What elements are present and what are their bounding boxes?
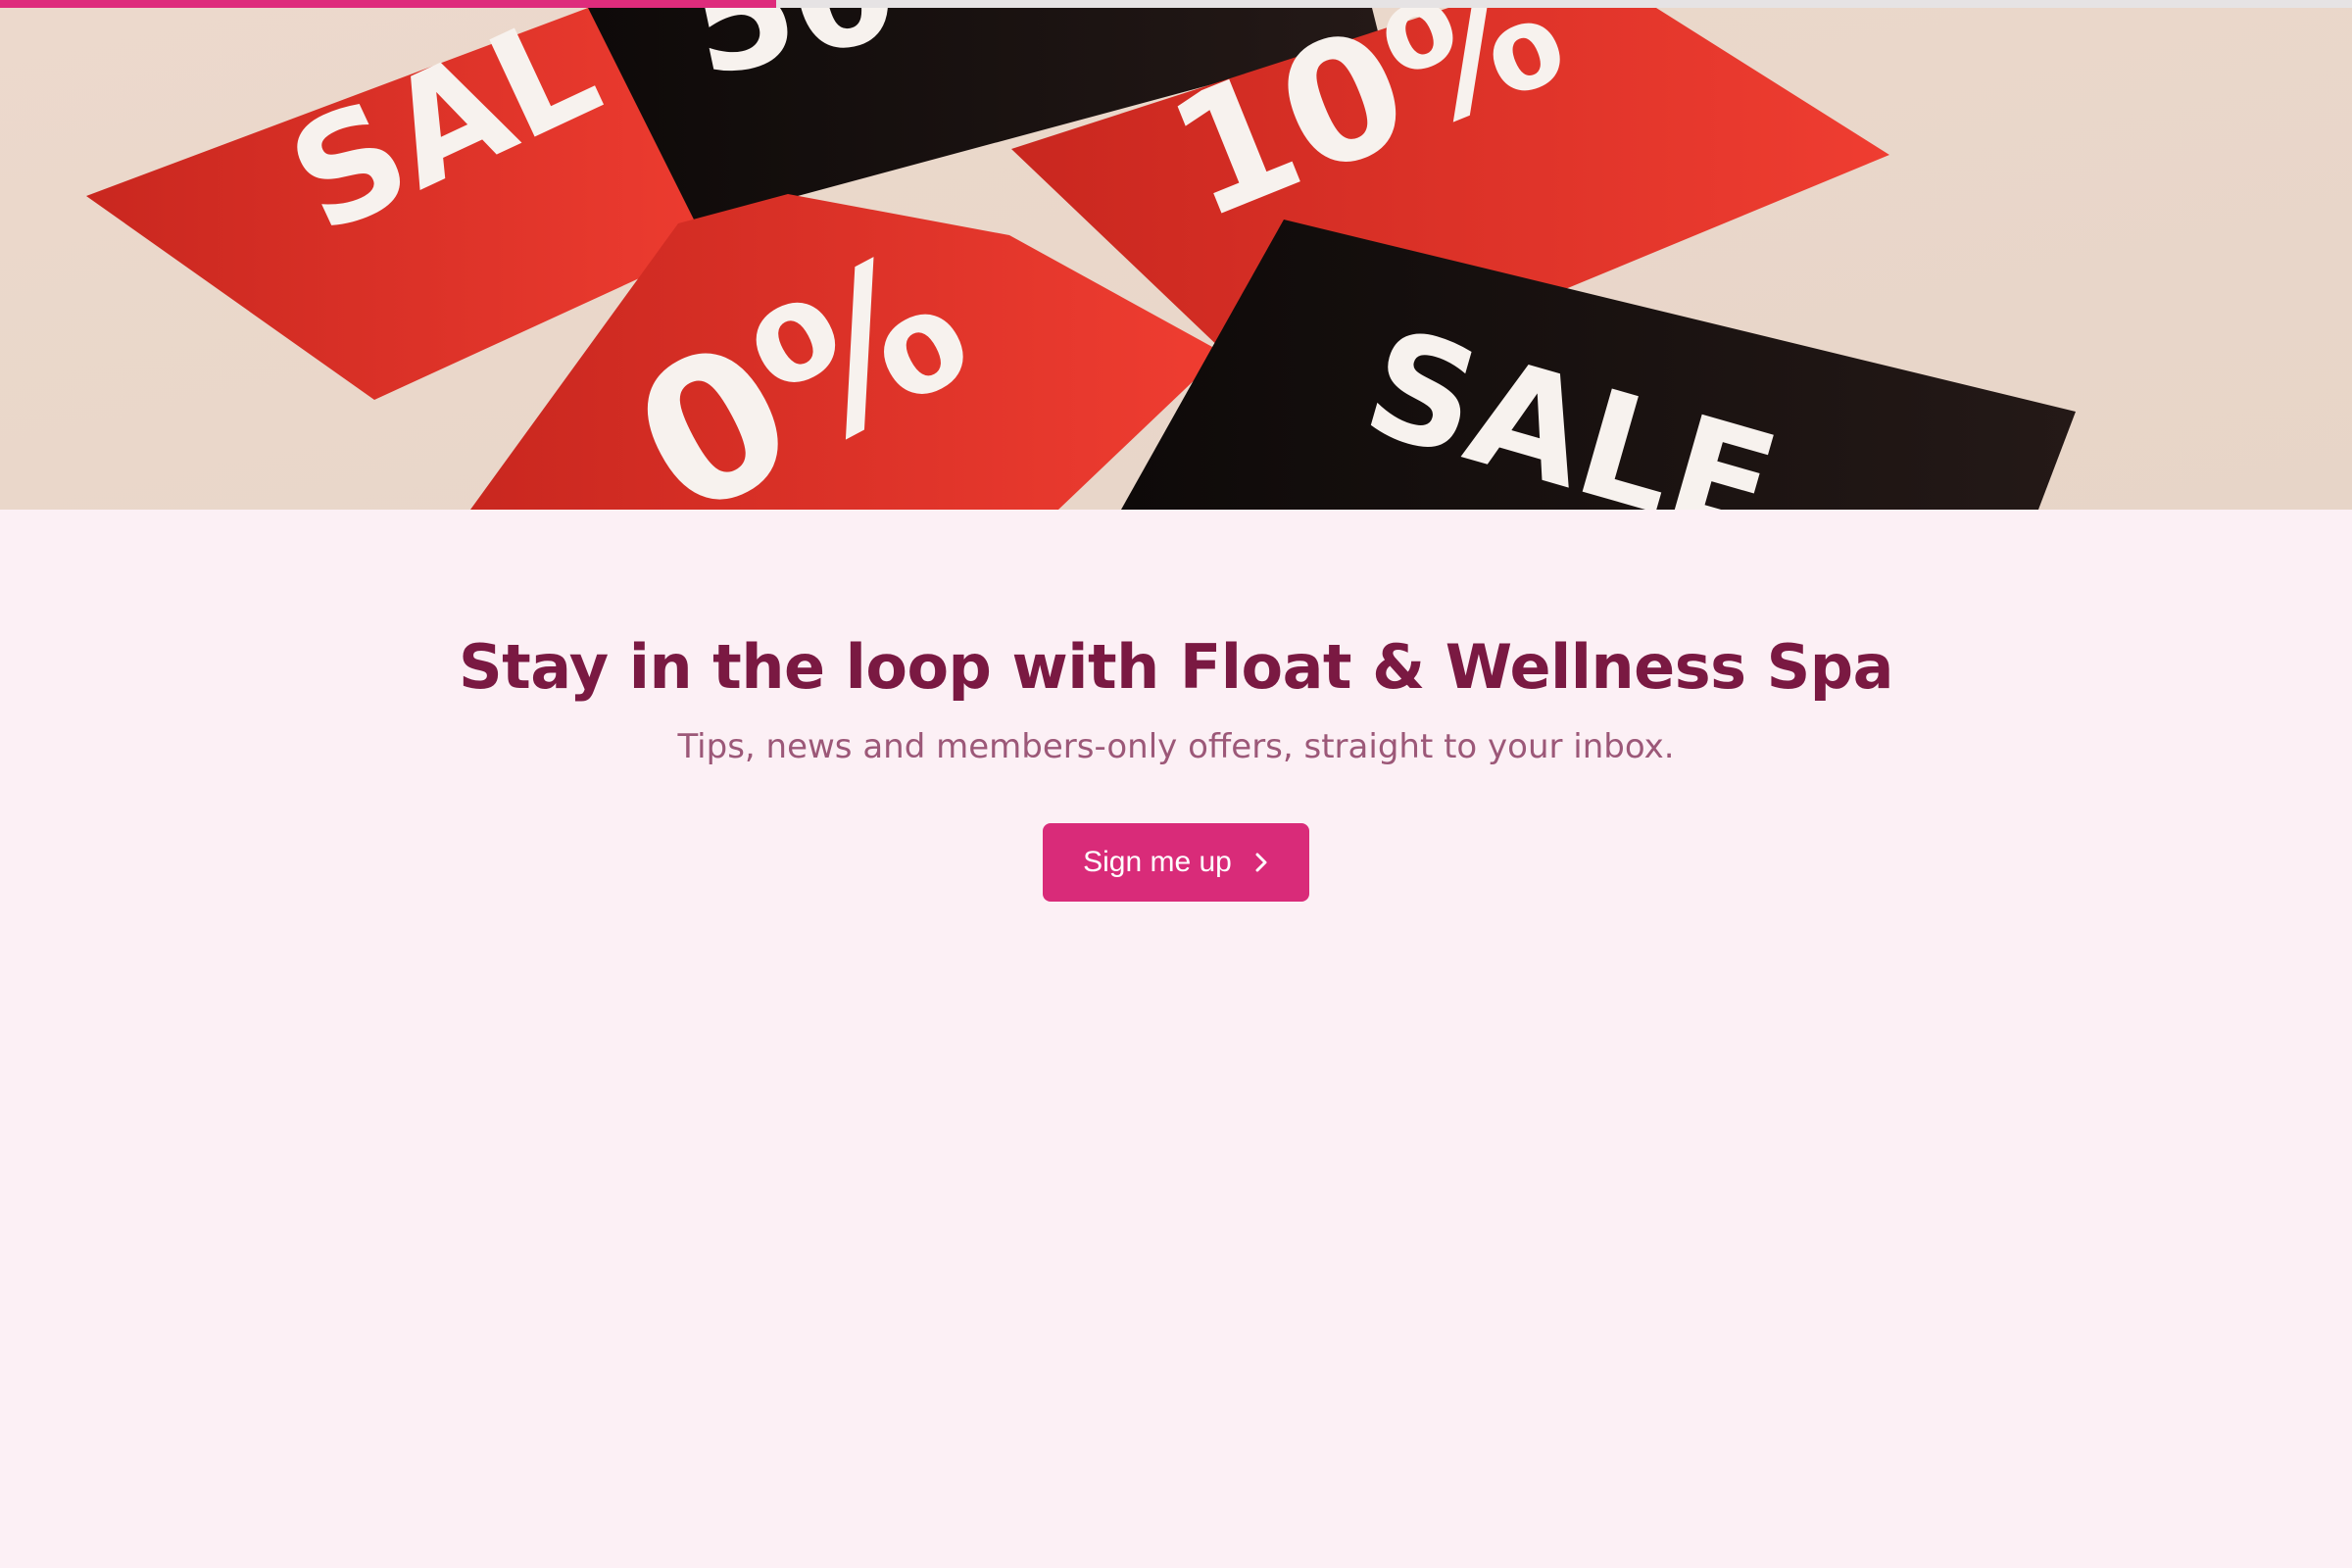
newsletter-title: Stay in the loop with Float & Wellness S… xyxy=(458,631,1894,703)
sign-up-button-label: Sign me up xyxy=(1083,846,1232,878)
sign-up-button[interactable]: Sign me up xyxy=(1043,823,1309,902)
hero-image: SAL 50 10% 0% SALE xyxy=(0,0,2352,510)
sale-tags-photo: SAL 50 10% 0% SALE xyxy=(0,0,2352,510)
newsletter-subtitle: Tips, news and members-only offers, stra… xyxy=(677,727,1675,766)
progress-bar-fill xyxy=(0,0,776,8)
chevron-right-icon xyxy=(1253,851,1269,874)
progress-bar xyxy=(0,0,2352,8)
page: SAL 50 10% 0% SALE Stay in the loop with… xyxy=(0,0,2352,1568)
